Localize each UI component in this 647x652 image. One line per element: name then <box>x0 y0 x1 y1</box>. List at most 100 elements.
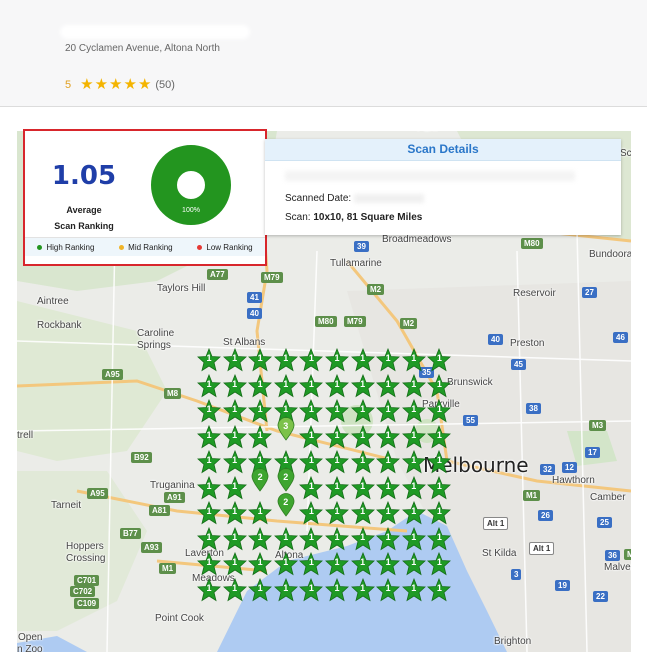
grid-rank-star[interactable]: 1 <box>325 526 349 551</box>
grid-rank-star[interactable]: 1 <box>427 526 452 551</box>
grid-rank-star[interactable]: 1 <box>299 450 324 474</box>
grid-rank-star[interactable]: 1 <box>197 450 221 474</box>
grid-rank-star[interactable]: 1 <box>299 348 324 372</box>
grid-rank-star[interactable]: 1 <box>350 552 375 576</box>
grid-rank-star[interactable]: 1 <box>427 450 452 474</box>
grid-rank-pin[interactable]: 2 <box>277 493 295 517</box>
grid-rank-star[interactable]: 1 <box>350 373 375 398</box>
grid-rank-star[interactable]: 1 <box>222 526 247 551</box>
grid-rank-star[interactable]: 1 <box>197 424 221 449</box>
grid-rank-star[interactable]: 1 <box>427 348 452 372</box>
grid-rank-star[interactable]: 1 <box>376 424 401 449</box>
grid-rank-star[interactable]: 1 <box>222 552 247 576</box>
grid-rank-star[interactable]: 1 <box>273 373 298 398</box>
grid-rank-star[interactable]: 1 <box>325 501 349 525</box>
grid-rank-star[interactable]: 1 <box>299 424 324 449</box>
grid-rank-star[interactable]: 1 <box>427 399 452 423</box>
grid-rank-star[interactable]: 1 <box>427 501 452 525</box>
grid-rank-pin[interactable]: 2 <box>251 467 269 492</box>
grid-rank-star[interactable]: 1 <box>248 373 273 398</box>
grid-rank-star[interactable]: 1 <box>401 577 426 602</box>
grid-rank-star[interactable]: 1 <box>197 552 221 576</box>
grid-rank-star[interactable]: 1 <box>197 475 221 500</box>
grid-rank-star[interactable]: 1 <box>325 552 349 576</box>
grid-rank-star[interactable]: 1 <box>197 348 221 372</box>
grid-rank-star[interactable]: 1 <box>325 348 349 372</box>
grid-rank-star[interactable]: 1 <box>350 501 375 525</box>
grid-rank-star[interactable]: 1 <box>299 475 324 500</box>
grid-rank-star[interactable]: 1 <box>299 399 324 423</box>
grid-rank-star[interactable]: 1 <box>273 577 298 602</box>
grid-rank-star[interactable]: 1 <box>299 552 324 576</box>
grid-rank-star[interactable]: 1 <box>376 501 401 525</box>
grid-rank-star[interactable]: 1 <box>350 526 375 551</box>
grid-rank-star[interactable]: 1 <box>248 501 273 525</box>
grid-rank-star[interactable]: 1 <box>350 450 375 474</box>
grid-rank-star[interactable]: 1 <box>376 348 401 372</box>
grid-rank-star[interactable]: 1 <box>197 526 221 551</box>
grid-rank-star[interactable]: 1 <box>197 501 221 525</box>
grid-rank-star[interactable]: 1 <box>376 526 401 551</box>
grid-rank-label: 1 <box>283 557 289 567</box>
grid-rank-star[interactable]: 1 <box>401 348 426 372</box>
grid-rank-star[interactable]: 1 <box>273 552 298 576</box>
grid-rank-star[interactable]: 1 <box>401 399 426 423</box>
grid-rank-star[interactable]: 1 <box>299 526 324 551</box>
grid-rank-star[interactable]: 1 <box>427 373 452 398</box>
grid-rank-star[interactable]: 1 <box>325 373 349 398</box>
grid-rank-star[interactable]: 1 <box>222 475 247 500</box>
grid-rank-label: 1 <box>436 582 442 593</box>
grid-rank-star[interactable]: 1 <box>197 373 221 398</box>
grid-rank-star[interactable]: 1 <box>401 501 426 525</box>
grid-rank-star[interactable]: 1 <box>350 475 375 500</box>
grid-rank-star[interactable]: 1 <box>401 373 426 398</box>
grid-rank-star[interactable]: 1 <box>222 424 247 449</box>
grid-rank-star[interactable]: 1 <box>248 577 273 602</box>
grid-rank-star[interactable]: 1 <box>401 552 426 576</box>
grid-rank-star[interactable]: 1 <box>222 348 247 372</box>
grid-rank-star[interactable]: 1 <box>427 424 452 449</box>
grid-rank-star[interactable]: 1 <box>401 475 426 500</box>
grid-rank-star[interactable]: 1 <box>248 424 273 449</box>
grid-rank-star[interactable]: 1 <box>273 526 298 551</box>
grid-rank-star[interactable]: 1 <box>222 450 247 474</box>
grid-rank-star[interactable]: 1 <box>325 424 349 449</box>
grid-rank-star[interactable]: 1 <box>376 373 401 398</box>
grid-rank-star[interactable]: 1 <box>401 526 426 551</box>
grid-rank-star[interactable]: 1 <box>376 450 401 474</box>
grid-rank-star[interactable]: 1 <box>376 577 401 602</box>
grid-rank-star[interactable]: 1 <box>350 348 375 372</box>
grid-rank-star[interactable]: 1 <box>197 577 221 602</box>
grid-rank-star[interactable]: 1 <box>222 501 247 525</box>
grid-rank-star[interactable]: 1 <box>222 373 247 398</box>
scan-size-value: 10x10, 81 Square Miles <box>313 212 423 223</box>
grid-rank-star[interactable]: 1 <box>325 577 349 602</box>
grid-rank-star[interactable]: 1 <box>222 577 247 602</box>
grid-rank-star[interactable]: 1 <box>427 552 452 576</box>
grid-rank-star[interactable]: 1 <box>325 475 349 500</box>
grid-rank-pin[interactable]: 2 <box>277 467 295 492</box>
grid-rank-star[interactable]: 1 <box>299 373 324 398</box>
grid-rank-star[interactable]: 1 <box>248 552 273 576</box>
grid-rank-pin[interactable]: 3 <box>277 416 295 441</box>
grid-rank-star[interactable]: 1 <box>350 424 375 449</box>
grid-rank-star[interactable]: 1 <box>376 399 401 423</box>
grid-rank-star[interactable]: 1 <box>376 552 401 576</box>
grid-rank-star[interactable]: 1 <box>350 399 375 423</box>
grid-rank-star[interactable]: 1 <box>248 348 273 372</box>
grid-rank-star[interactable]: 1 <box>325 450 349 474</box>
grid-rank-star[interactable]: 1 <box>299 501 324 525</box>
grid-rank-star[interactable]: 1 <box>299 577 324 602</box>
grid-rank-star[interactable]: 1 <box>197 399 221 423</box>
grid-rank-star[interactable]: 1 <box>222 399 247 423</box>
grid-rank-star[interactable]: 1 <box>273 348 298 372</box>
grid-rank-star[interactable]: 1 <box>401 424 426 449</box>
grid-rank-star[interactable]: 1 <box>248 399 273 423</box>
grid-rank-star[interactable]: 1 <box>350 577 375 602</box>
grid-rank-star[interactable]: 1 <box>401 450 426 474</box>
grid-rank-star[interactable]: 1 <box>325 399 349 423</box>
grid-rank-star[interactable]: 1 <box>376 475 401 500</box>
grid-rank-star[interactable]: 1 <box>248 526 273 551</box>
grid-rank-star[interactable]: 1 <box>427 577 452 602</box>
grid-rank-star[interactable]: 1 <box>427 475 452 500</box>
